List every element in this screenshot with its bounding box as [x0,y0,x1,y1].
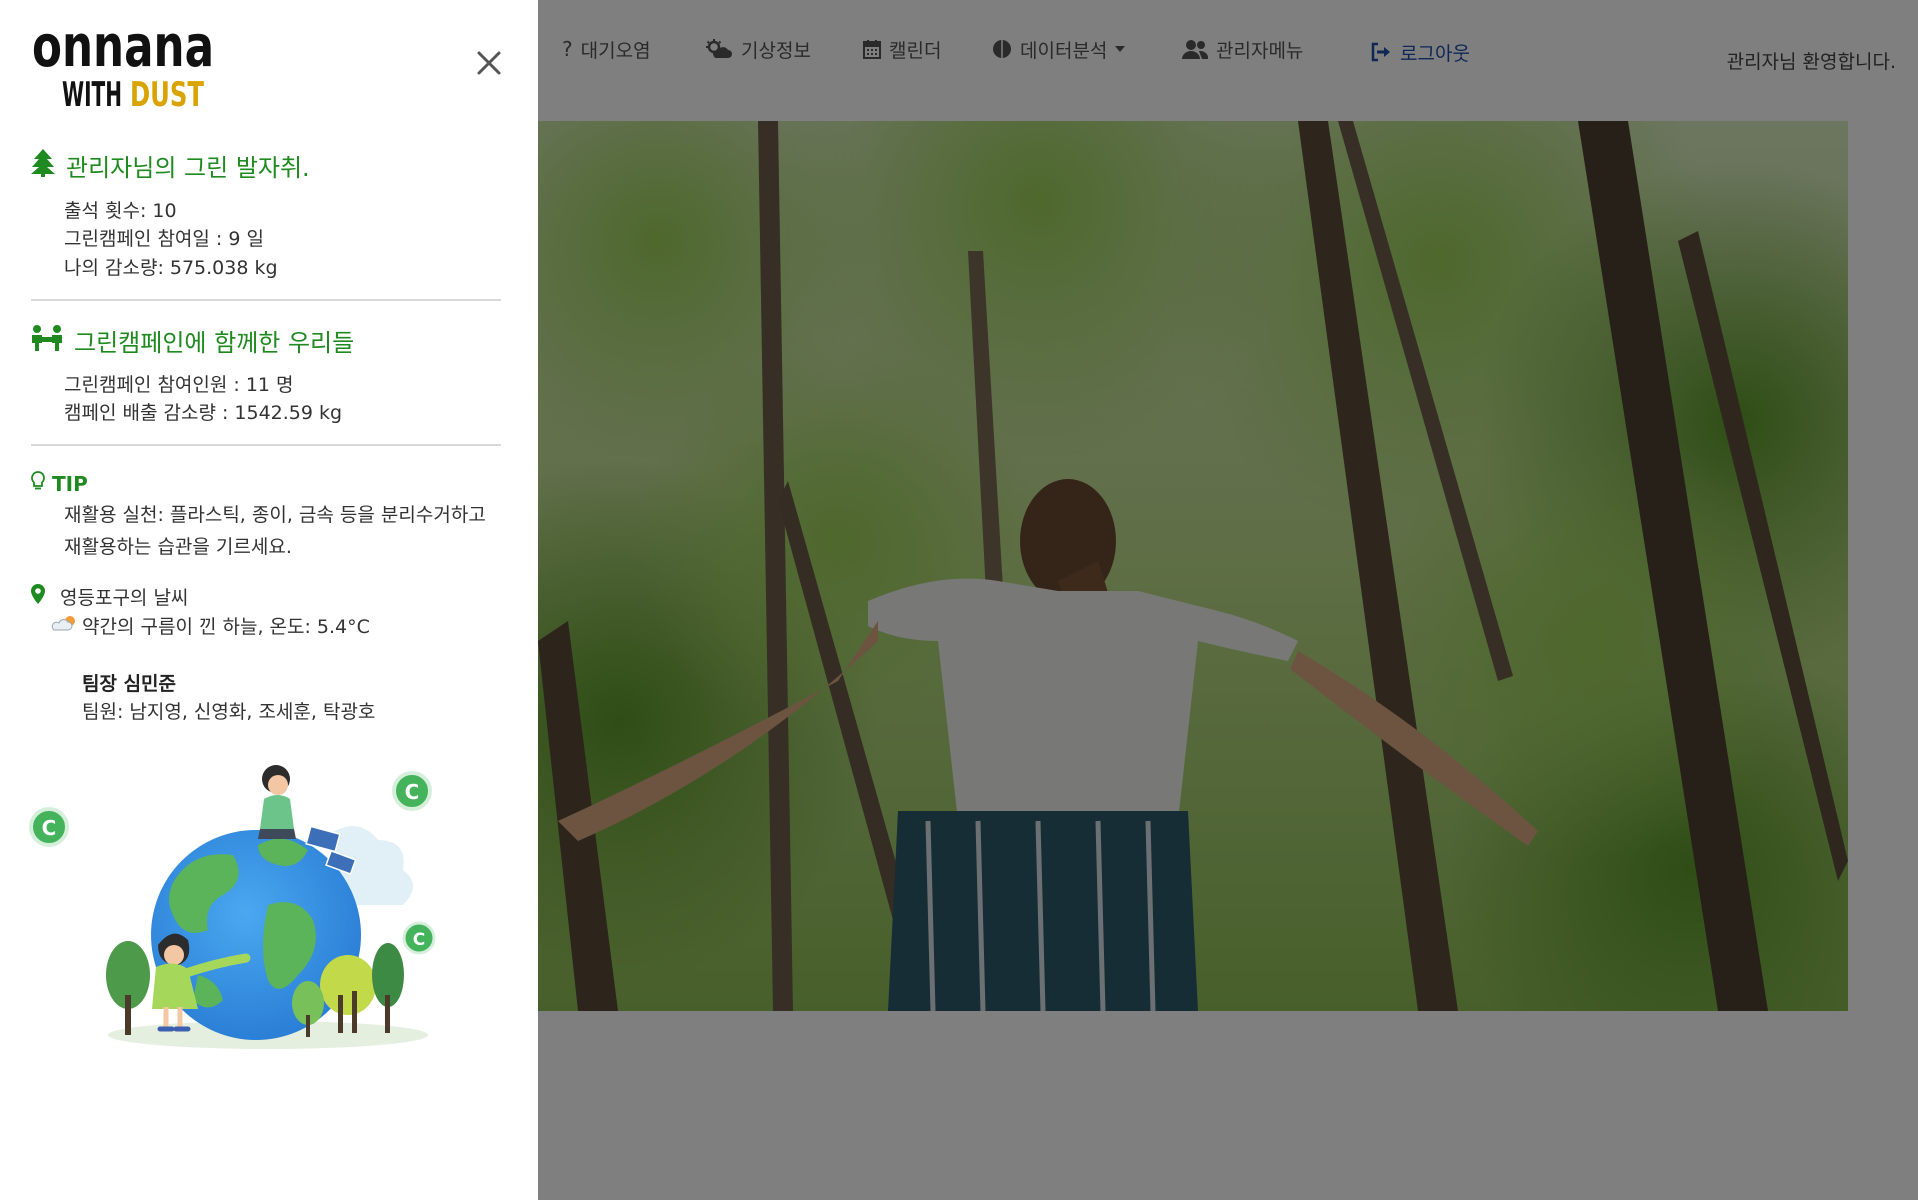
tip-title: TIP [30,471,88,496]
earth-kids-illustration: C C C [28,755,448,1059]
carbon-coin-icon: C [402,921,436,955]
svg-text:DUST: DUST [130,75,205,112]
offcanvas-sidebar: onnana WITH DUST 관리자님의 그린 발자취. 출석 횟수: 10… [0,0,538,1200]
team-members: 팀원: 남지영, 신영화, 조세훈, 탁광호 [82,701,376,723]
weather-location-text: 영등포구의 날씨 [60,587,189,609]
attendance-count: 출석 횟수: 10 [64,200,177,222]
carbon-coin-icon: C [392,771,432,811]
campaign-participants: 그린캠페인 참여인원 : 11 명 [64,374,294,396]
campaign-title: 그린캠페인에 함께한 우리들 [30,323,354,358]
green-steps-title: 관리자님의 그린 발자취. [30,148,310,183]
weather-description-text: 약간의 구름이 낀 하늘, 온도: 5.4°C [82,616,370,638]
section-divider [31,299,501,301]
team-leader: 팀장 심민준 [82,673,177,695]
weather-description: 약간의 구름이 낀 하늘, 온도: 5.4°C [50,612,370,639]
green-steps-title-text: 관리자님의 그린 발자취. [66,154,310,182]
lightbulb-icon [30,471,46,496]
my-reduction: 나의 감소량: 575.038 kg [64,257,278,279]
campaign-title-text: 그린캠페인에 함께한 우리들 [74,329,355,357]
onnana-with-dust-logo: onnana WITH DUST [30,12,220,116]
partly-cloudy-icon [50,614,78,637]
campaign-emission-reduction: 캠페인 배출 감소량 : 1542.59 kg [64,402,343,424]
tree-icon [30,148,56,183]
svg-text:onnana: onnana [32,16,214,80]
tip-text: 재활용 실천: 플라스틱, 종이, 금속 등을 분리수거하고 재활용하는 습관을… [64,504,486,558]
participation-days: 그린캠페인 참여일 : 9 일 [64,228,264,250]
svg-text:C: C [42,816,57,840]
people-helping-icon [30,324,64,357]
svg-text:C: C [413,930,425,950]
svg-text:WITH: WITH [62,75,122,112]
svg-text:C: C [405,780,420,804]
tip-title-text: TIP [52,471,88,496]
weather-location: 영등포구의 날씨 [30,583,188,610]
carbon-coin-icon: C [29,807,69,847]
close-sidebar-button[interactable] [472,46,506,80]
close-icon [477,51,501,75]
map-marker-icon [30,584,46,609]
section-divider [31,444,501,446]
